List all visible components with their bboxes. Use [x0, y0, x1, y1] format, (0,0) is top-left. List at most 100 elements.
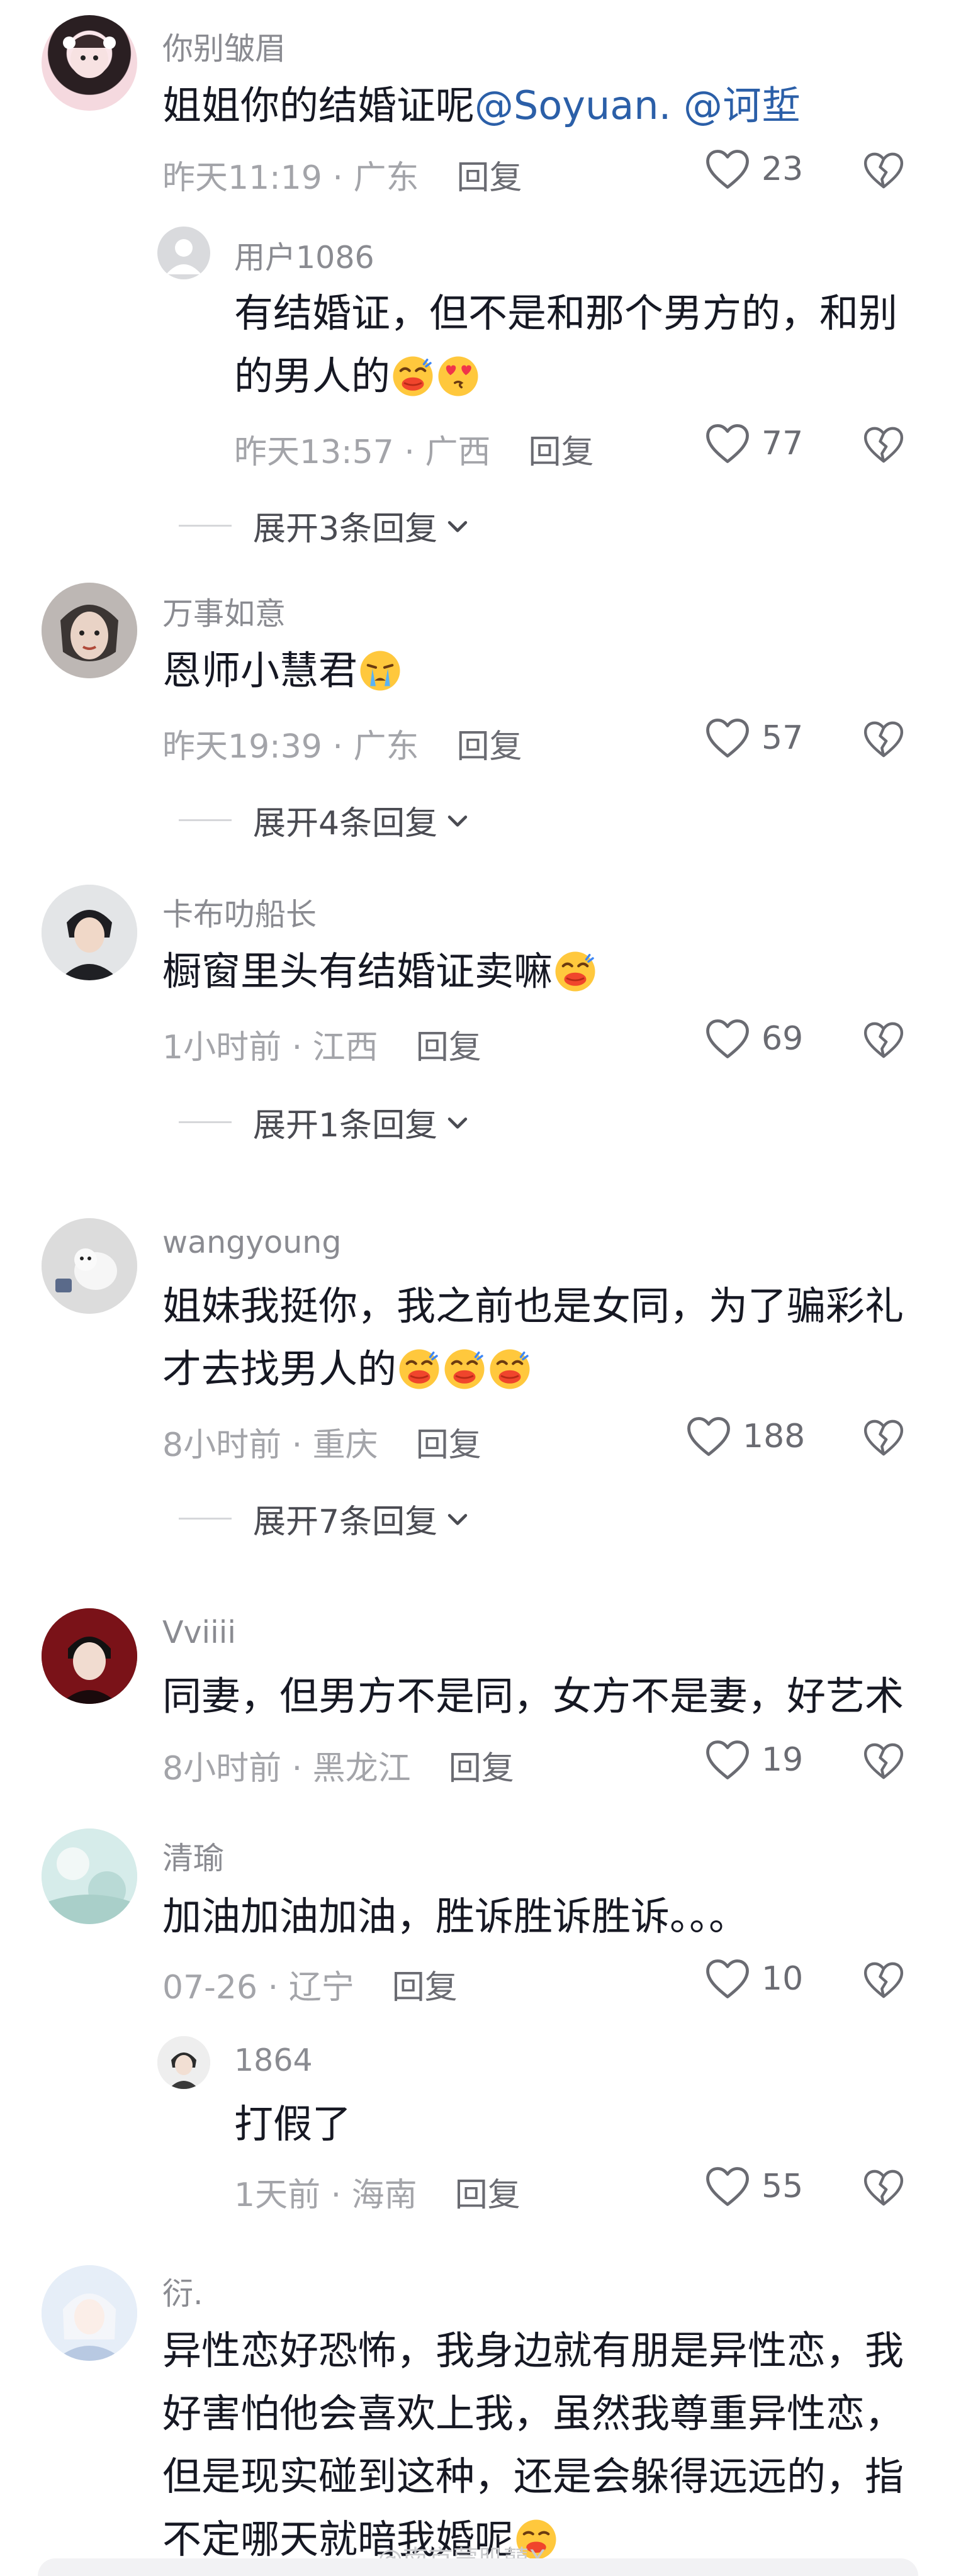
heart-icon: [705, 148, 750, 190]
comment-meta: 昨天11:19 · 广东 回复: [162, 151, 522, 198]
chevron-down-icon: [444, 1505, 471, 1533]
comment-meta: 昨天19:39 · 广东 回复: [162, 720, 522, 767]
divider-line: [179, 525, 232, 527]
reply-button[interactable]: 回复: [416, 1029, 481, 1067]
avatar[interactable]: [42, 15, 137, 111]
comment-text-body: 打假了: [234, 2101, 352, 2147]
expand-replies-button[interactable]: 展开4条回复: [179, 797, 471, 844]
dislike-icon[interactable]: [863, 1959, 904, 2001]
comment-text-body: 才去找男人的: [162, 1346, 397, 1392]
comment-text: 异性恋好恐怖，我身边就有朋是异性恋，我 好害怕他会喜欢上我，虽然我尊重异性恋， …: [162, 2319, 918, 2571]
comment-text-body: 姐姐你的结婚证呢: [162, 82, 475, 128]
comment-text: 恩师小慧君: [162, 639, 918, 702]
like-count: 69: [762, 1020, 804, 1058]
reply-button[interactable]: 回复: [528, 434, 593, 471]
expand-replies-button[interactable]: 展开3条回复: [179, 502, 471, 549]
reply-button[interactable]: 回复: [455, 2176, 520, 2214]
heart-icon: [705, 717, 750, 759]
comment-text-line: 异性恋好恐怖，我身边就有朋是异性恋，我: [162, 2327, 904, 2373]
like-count: 10: [762, 1960, 804, 1998]
reply-button[interactable]: 回复: [456, 159, 522, 197]
comment-text-line: 好害怕他会喜欢上我，虽然我尊重异性恋，: [162, 2390, 904, 2436]
comment-text-line: 姐妹我挺你，我之前也是女同，为了骗彩礼: [162, 1283, 904, 1329]
avatar[interactable]: [42, 885, 137, 980]
username[interactable]: 衍.: [162, 2269, 203, 2314]
chevron-down-icon: [444, 807, 471, 834]
dislike-icon[interactable]: [863, 150, 904, 191]
expand-replies-button[interactable]: 展开7条回复: [179, 1495, 471, 1542]
heart-icon: [705, 1739, 750, 1781]
username[interactable]: 用户1086: [234, 233, 374, 277]
expand-replies-label: 展开7条回复: [253, 1503, 438, 1541]
username[interactable]: 1864: [234, 2042, 313, 2078]
expand-replies-label: 展开4条回复: [253, 805, 438, 843]
avatar[interactable]: [42, 1608, 137, 1704]
comment-text-body: 同妻，但男方不是同，女方不是妻，好艺术: [162, 1673, 904, 1719]
dislike-icon[interactable]: [863, 1417, 904, 1459]
expand-replies-label: 展开3条回复: [253, 510, 438, 548]
like-button[interactable]: 188: [686, 1416, 805, 1457]
chevron-down-icon: [444, 512, 471, 540]
like-button[interactable]: 19: [705, 1739, 803, 1781]
username[interactable]: 卡布叻船长: [162, 890, 317, 934]
avatar[interactable]: [42, 2265, 137, 2361]
username[interactable]: Vviiii: [162, 1615, 236, 1650]
like-button[interactable]: 57: [705, 717, 803, 759]
timestamp-location: 昨天19:39 · 广东: [162, 728, 419, 766]
avatar[interactable]: [42, 1218, 137, 1314]
comment-meta: 1小时前 · 江西 回复: [162, 1021, 481, 1068]
comment-meta: 07-26 · 辽宁 回复: [162, 1961, 458, 2008]
comment-text-line: 有结婚证，但不是和那个男方的，和别: [234, 290, 898, 336]
dislike-icon[interactable]: [863, 1019, 904, 1061]
comment-text: 姐姐你的结婚证呢@Soyuan. @诃埑: [162, 74, 918, 137]
reply-button[interactable]: 回复: [416, 1426, 481, 1464]
comment-text: 加油加油加油，胜诉胜诉胜诉。。。: [162, 1885, 918, 1948]
like-button[interactable]: 23: [705, 148, 803, 190]
avatar[interactable]: [157, 2036, 210, 2089]
mention-link[interactable]: @Soyuan. @诃埑: [475, 82, 801, 128]
reply-button[interactable]: 回复: [449, 1750, 514, 1788]
like-button[interactable]: 77: [705, 423, 803, 464]
dislike-icon[interactable]: [863, 2167, 904, 2209]
avatar[interactable]: [42, 583, 137, 678]
like-count: 77: [762, 425, 804, 462]
crying-emoji-icon: [358, 649, 402, 693]
comment-text: 姐妹我挺你，我之前也是女同，为了骗彩礼 才去找男人的: [162, 1275, 918, 1401]
laughing-kiss-emoji-icon: [442, 1347, 486, 1391]
like-button[interactable]: 10: [705, 1958, 803, 2000]
comment-text: 有结婚证，但不是和那个男方的，和别 的男人的: [234, 282, 914, 408]
comment-text-line-with-emoji: 才去找男人的: [162, 1338, 918, 1401]
reply-button[interactable]: 回复: [392, 1969, 458, 2007]
comment-text: 橱窗里头有结婚证卖嘛: [162, 940, 918, 1003]
comment-text-body: 加油加油加油，胜诉胜诉胜诉。。。: [162, 1893, 748, 1939]
laughing-kiss-emoji-icon: [397, 1347, 441, 1391]
username[interactable]: wangyoung: [162, 1224, 341, 1260]
heart-eyes-emoji-icon: [436, 354, 480, 398]
timestamp-location: 昨天13:57 · 广西: [234, 434, 491, 471]
comment-text-body: 的男人的: [234, 353, 391, 399]
bottom-input-bar[interactable]: [38, 2558, 918, 2576]
like-count: 55: [762, 2168, 804, 2205]
avatar[interactable]: [157, 227, 210, 279]
heart-icon: [705, 2166, 750, 2207]
username[interactable]: 你别皱眉: [162, 24, 286, 69]
comment-meta: 8小时前 · 黑龙江 回复: [162, 1742, 514, 1789]
expand-replies-button[interactable]: 展开1条回复: [179, 1099, 471, 1146]
divider-line: [179, 1121, 232, 1123]
timestamp-location: 07-26 · 辽宁: [162, 1969, 354, 2007]
dislike-icon[interactable]: [863, 424, 904, 466]
reply-button[interactable]: 回复: [456, 728, 522, 766]
dislike-icon[interactable]: [863, 719, 904, 760]
avatar[interactable]: [42, 1828, 137, 1924]
expand-replies-label: 展开1条回复: [253, 1107, 438, 1145]
username[interactable]: 万事如意: [162, 589, 286, 634]
like-button[interactable]: 69: [705, 1018, 803, 1060]
username[interactable]: 清瑜: [162, 1834, 224, 1878]
comment-text-body: 橱窗里头有结婚证卖嘛: [162, 948, 553, 994]
laughing-kiss-emoji-icon: [488, 1347, 532, 1391]
like-button[interactable]: 55: [705, 2166, 803, 2207]
comment-text: 打假了: [234, 2093, 914, 2156]
comment-text: 同妻，但男方不是同，女方不是妻，好艺术: [162, 1665, 918, 1728]
comment-meta: 1天前 · 海南 回复: [234, 2168, 520, 2215]
dislike-icon[interactable]: [863, 1740, 904, 1782]
